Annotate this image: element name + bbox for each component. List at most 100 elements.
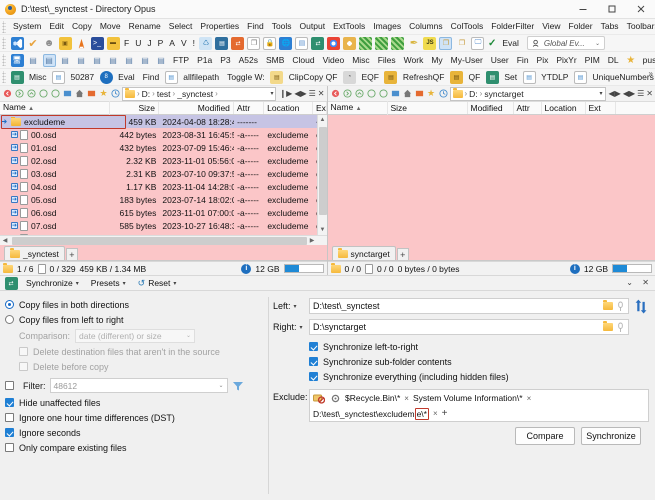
eqf-icon[interactable]: ◔ [342,70,356,84]
exclude-list[interactable]: $Recycle.Bin\* × System Volume Informati… [309,389,649,422]
radio-copy-l2r[interactable] [5,315,14,324]
toolbar-pushed[interactable]: pushed [639,52,655,68]
collapse-icon[interactable]: ⌄ [626,278,633,287]
toolbar-pim[interactable]: PIM [581,52,604,68]
option-ignore-dst[interactable]: Ignore one hour time differences (DST) [5,410,268,425]
toolbar3-refreshqf[interactable]: RefreshQF [399,69,449,85]
left-crumb-drive[interactable]: D: [142,89,151,99]
close-icon[interactable]: × [433,409,438,418]
tree-icon[interactable] [86,88,97,99]
swap-icon[interactable]: ◀▶ [609,89,621,98]
forward-icon[interactable] [342,88,353,99]
toolbar-a52s[interactable]: A52s [235,52,262,68]
split-icon[interactable]: ❙▶ [279,89,292,98]
toolbar-ftp[interactable]: FTP [169,52,193,68]
left-crumb-synctest[interactable]: _synctest [177,89,213,99]
menu-properties[interactable]: Properties [196,19,243,34]
scroll-left-icon[interactable]: ◀ [0,236,10,246]
option-delete-before-copy[interactable]: Delete before copy [5,359,268,374]
history-icon[interactable] [110,88,121,99]
toolbar-letter-j[interactable]: J [144,35,154,51]
toolbar-cloud[interactable]: Cloud [288,52,318,68]
menu-folderfilter[interactable]: FolderFilter [487,19,538,34]
back-icon[interactable] [330,88,341,99]
menu-select[interactable]: Select [165,19,197,34]
menu-images[interactable]: Images [369,19,405,34]
disk6-icon[interactable]: ▤ [107,54,120,67]
toolbar-pix[interactable]: Pix [533,52,553,68]
up-icon[interactable] [354,88,365,99]
qf-icon[interactable]: ▤ [450,70,463,84]
col-size[interactable]: Size [388,102,468,114]
option-sync-everything[interactable]: Synchronize everything (including hidden… [309,369,649,384]
menu-grip[interactable] [2,20,6,33]
close-button[interactable] [626,0,655,19]
menu-output[interactable]: Output [296,19,330,34]
stop-icon[interactable] [50,88,61,99]
toolbar3-grip[interactable] [2,71,6,83]
disk5-icon[interactable]: ▤ [91,54,104,67]
tab-dup-icon[interactable]: ❐ [439,36,453,50]
tab-synctest[interactable]: _synctest [4,246,65,260]
table-row[interactable]: ➜ 03.osd 2.31 KB 2023-07-10 09:37:58.915… [0,167,327,180]
expand-icon[interactable]: ➜ [11,222,18,229]
disk7-icon[interactable]: ▤ [123,54,136,67]
scroll-up-icon[interactable]: ▲ [317,115,327,125]
menu-icon[interactable]: ☰ [309,89,316,98]
menu-tabs[interactable]: Tabs [597,19,623,34]
back-icon[interactable] [2,88,13,99]
col-name[interactable]: Name ▲ [0,101,111,115]
menu-toolbars[interactable]: Toolbars [623,19,655,34]
checkbox-sync-everything[interactable] [309,372,318,381]
home-icon[interactable] [402,88,413,99]
toolbar-fin[interactable]: Fin [513,52,533,68]
new-tab-button[interactable]: + [396,248,409,260]
menu-view[interactable]: View [538,19,564,34]
chevron-down-icon[interactable]: ⌄ [595,40,600,47]
option-copy-both-directions[interactable]: Copy files in both directions [5,297,268,312]
synchronize-menu-button[interactable]: Synchronize ▾ [21,276,84,290]
col-attr[interactable]: Attr [234,102,265,114]
col-modified[interactable]: Modified [159,102,234,114]
star-icon[interactable]: ★ [426,88,437,99]
lock-doc-icon[interactable]: 🔒 [263,36,277,50]
synchronize-button[interactable]: Synchronize [581,427,641,445]
menu-find[interactable]: Find [243,19,268,34]
funnel-icon[interactable] [232,380,244,392]
right-path-label[interactable]: Right: ▾ [273,322,305,332]
option-sync-subfolders[interactable]: Synchronize sub-folder contents [309,354,649,369]
toolbar-video[interactable]: Video [319,52,349,68]
toolbar-work[interactable]: Work [400,52,428,68]
home-icon[interactable] [74,88,85,99]
left-breadcrumb[interactable]: › D: › test › _synctest › ▾ [122,86,277,101]
exclude-add-button[interactable]: + [442,408,448,419]
checkbox-delete-before-copy[interactable] [19,362,28,371]
close-icon[interactable]: ✕ [318,89,325,98]
toolbar3-ytdlp[interactable]: YTDLP [537,69,572,85]
table-row[interactable]: ➜ 05.osd 183 bytes 2023-07-14 18:02:05.3… [0,193,327,206]
misc-icon[interactable]: ▤ [10,70,24,84]
swap-icon[interactable]: ◀▶ [294,89,306,98]
ghost-icon[interactable]: ☻ [43,37,56,50]
menu-exttools[interactable]: ExtTools [329,19,369,34]
table-row[interactable]: ➜ 00.osd 442 bytes 2023-08-31 16:45:57.0… [0,128,327,141]
table-row[interactable]: ➜ 06.osd 615 bytes 2023-11-01 07:00:06.0… [0,206,327,219]
doc-icon[interactable]: ▤ [295,36,309,50]
toolbar3-togglew[interactable]: Toggle W: [223,69,269,85]
table-row[interactable]: ➜ 02.osd 2.32 KB 2023-11-01 05:56:09.064… [0,154,327,167]
menu-tools[interactable]: Tools [268,19,296,34]
toolbar-letter-excl[interactable]: ! [190,35,198,51]
chrome-icon[interactable] [327,36,341,50]
compare-button[interactable]: Compare [515,427,575,445]
folder-icon[interactable] [603,321,613,331]
toolbar-p1a[interactable]: P1a [193,52,216,68]
page-icon[interactable]: ▤ [51,70,65,84]
tab-dup2-icon[interactable]: ❐ [455,37,468,50]
disk3-icon[interactable]: ▤ [59,54,72,67]
col-modified[interactable]: Modified [468,102,514,114]
shortcut-icon[interactable] [62,88,73,99]
comparison-select[interactable]: date (different) or size ⌄ [75,328,196,343]
checkbox-hide-unaffected[interactable] [5,398,14,407]
clip-icon[interactable]: ▤ [270,70,284,84]
info-icon[interactable]: i [569,263,580,274]
